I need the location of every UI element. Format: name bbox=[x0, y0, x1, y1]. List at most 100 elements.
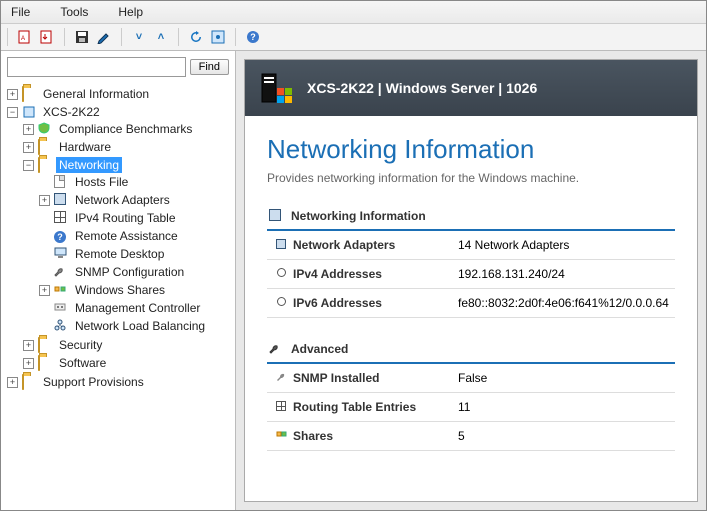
table-icon bbox=[273, 400, 289, 414]
tree-node-mgmt-controller[interactable]: Management Controller bbox=[39, 300, 235, 316]
key-label: SNMP Installed bbox=[293, 371, 379, 385]
section-advanced-header: Advanced bbox=[267, 336, 675, 364]
key-label: Shares bbox=[293, 429, 333, 443]
search-row: Find bbox=[1, 51, 235, 83]
tree-node-host[interactable]: − XCS-2K22 bbox=[7, 104, 235, 120]
server-icon bbox=[22, 105, 36, 119]
menu-help[interactable]: Help bbox=[114, 3, 147, 21]
advanced-table: SNMP Installed False Routing Table Entri… bbox=[267, 364, 675, 451]
tree-label: Security bbox=[56, 337, 105, 353]
table-row: Shares 5 bbox=[267, 422, 675, 451]
tree-node-compliance[interactable]: + Compliance Benchmarks bbox=[23, 121, 235, 137]
network-icon bbox=[269, 209, 283, 223]
tree-node-security[interactable]: + Security bbox=[23, 337, 235, 353]
value-cell: fe80::8032:2d0f:4e06:f641%12/0.0.0.64 bbox=[452, 289, 675, 318]
card-title: XCS-2K22 | Windows Server | 1026 bbox=[307, 80, 537, 96]
expander-icon[interactable]: − bbox=[7, 107, 18, 118]
menu-tools[interactable]: Tools bbox=[56, 3, 92, 21]
tree-node-remote-assistance[interactable]: ? Remote Assistance bbox=[39, 228, 235, 244]
tree-label: General Information bbox=[40, 86, 152, 102]
expander-icon[interactable]: + bbox=[7, 377, 18, 388]
tree-node-general-info[interactable]: + General Information bbox=[7, 86, 235, 102]
section-title: Networking Information bbox=[291, 209, 426, 223]
value-cell: False bbox=[452, 364, 675, 393]
card: XCS-2K22 | Windows Server | 1026 Network… bbox=[244, 59, 698, 502]
adapter-icon bbox=[273, 238, 289, 252]
tree-label: XCS-2K22 bbox=[40, 104, 103, 120]
content: XCS-2K22 | Windows Server | 1026 Network… bbox=[236, 51, 706, 510]
adapter-icon bbox=[54, 193, 68, 207]
table-row: SNMP Installed False bbox=[267, 364, 675, 393]
tree-node-nlb[interactable]: Network Load Balancing bbox=[39, 318, 235, 334]
section-title: Advanced bbox=[291, 342, 348, 356]
tree-node-remote-desktop[interactable]: Remote Desktop bbox=[39, 246, 235, 262]
find-button[interactable]: Find bbox=[190, 59, 229, 75]
pdf-icon[interactable]: A bbox=[16, 28, 34, 46]
tree-label: Network Load Balancing bbox=[72, 318, 208, 334]
export-icon[interactable] bbox=[38, 28, 56, 46]
balance-icon bbox=[54, 319, 68, 333]
tree-node-ipv4-routing[interactable]: IPv4 Routing Table bbox=[39, 210, 235, 226]
tree-node-windows-shares[interactable]: + Windows Shares bbox=[39, 282, 235, 298]
card-body: Networking Information Provides networki… bbox=[245, 116, 697, 487]
help-icon[interactable]: ? bbox=[244, 28, 262, 46]
tree-label: Windows Shares bbox=[72, 282, 168, 298]
tree-label: Networking bbox=[56, 157, 122, 173]
tree-label: IPv4 Routing Table bbox=[72, 210, 179, 226]
expander-icon[interactable]: + bbox=[39, 195, 50, 206]
tree-label: Hosts File bbox=[72, 174, 131, 190]
expander-icon[interactable]: + bbox=[39, 285, 50, 296]
search-input[interactable] bbox=[7, 57, 186, 77]
snmp-icon bbox=[273, 371, 289, 385]
tree-node-hardware[interactable]: + Hardware bbox=[23, 139, 235, 155]
shares-icon bbox=[273, 429, 289, 443]
expander-icon[interactable]: + bbox=[7, 89, 18, 100]
options-icon[interactable] bbox=[209, 28, 227, 46]
menu-file[interactable]: File bbox=[7, 3, 34, 21]
tree-node-networking[interactable]: − Networking bbox=[23, 157, 235, 173]
tree-label: Compliance Benchmarks bbox=[56, 121, 195, 137]
edit-icon[interactable] bbox=[95, 28, 113, 46]
shield-icon bbox=[38, 122, 52, 136]
table-row: IPv4 Addresses 192.168.131.240/24 bbox=[267, 260, 675, 289]
table-row: Network Adapters 14 Network Adapters bbox=[267, 231, 675, 260]
expand-icon[interactable]: ˅ bbox=[130, 28, 148, 46]
collapse-icon[interactable]: ˄ bbox=[152, 28, 170, 46]
section-networking-header: Networking Information bbox=[267, 203, 675, 231]
expander-icon[interactable]: + bbox=[23, 124, 34, 135]
page-subtitle: Provides networking information for the … bbox=[267, 171, 675, 185]
save-icon[interactable] bbox=[73, 28, 91, 46]
tree-node-support[interactable]: + Support Provisions bbox=[7, 374, 235, 390]
main: Find + General Information − XCS-2K22 bbox=[1, 51, 706, 510]
expander-icon[interactable]: − bbox=[23, 160, 34, 171]
wrench-icon bbox=[269, 342, 283, 356]
toolbar: A ˅ ˄ ? bbox=[1, 24, 706, 51]
tree: + General Information − XCS-2K22 + bbox=[1, 83, 235, 510]
tree-label: Management Controller bbox=[72, 300, 203, 316]
table-row: IPv6 Addresses fe80::8032:2d0f:4e06:f641… bbox=[267, 289, 675, 318]
windows-server-icon bbox=[259, 70, 295, 106]
tree-label: Remote Assistance bbox=[72, 228, 181, 244]
tree-node-network-adapters[interactable]: + Network Adapters bbox=[39, 192, 235, 208]
card-header: XCS-2K22 | Windows Server | 1026 bbox=[245, 60, 697, 116]
value-cell: 11 bbox=[452, 393, 675, 422]
menubar: File Tools Help bbox=[1, 1, 706, 24]
ipv4-icon bbox=[273, 267, 289, 281]
key-label: Routing Table Entries bbox=[293, 400, 416, 414]
monitor-icon bbox=[54, 247, 68, 261]
key-label: IPv4 Addresses bbox=[293, 267, 382, 281]
expander-icon[interactable]: + bbox=[23, 358, 34, 369]
tree-node-snmp-config[interactable]: SNMP Configuration bbox=[39, 264, 235, 280]
value-cell: 192.168.131.240/24 bbox=[452, 260, 675, 289]
sidebar: Find + General Information − XCS-2K22 bbox=[1, 51, 236, 510]
tree-label: Remote Desktop bbox=[72, 246, 167, 262]
tree-node-software[interactable]: + Software bbox=[23, 355, 235, 371]
expander-icon[interactable]: + bbox=[23, 340, 34, 351]
tree-node-hosts-file[interactable]: Hosts File bbox=[39, 174, 235, 190]
wrench-icon bbox=[54, 265, 68, 279]
expander-icon[interactable]: + bbox=[23, 142, 34, 153]
refresh-icon[interactable] bbox=[187, 28, 205, 46]
ipv6-icon bbox=[273, 296, 289, 310]
tree-label: Support Provisions bbox=[40, 374, 147, 390]
table-icon bbox=[54, 211, 68, 225]
